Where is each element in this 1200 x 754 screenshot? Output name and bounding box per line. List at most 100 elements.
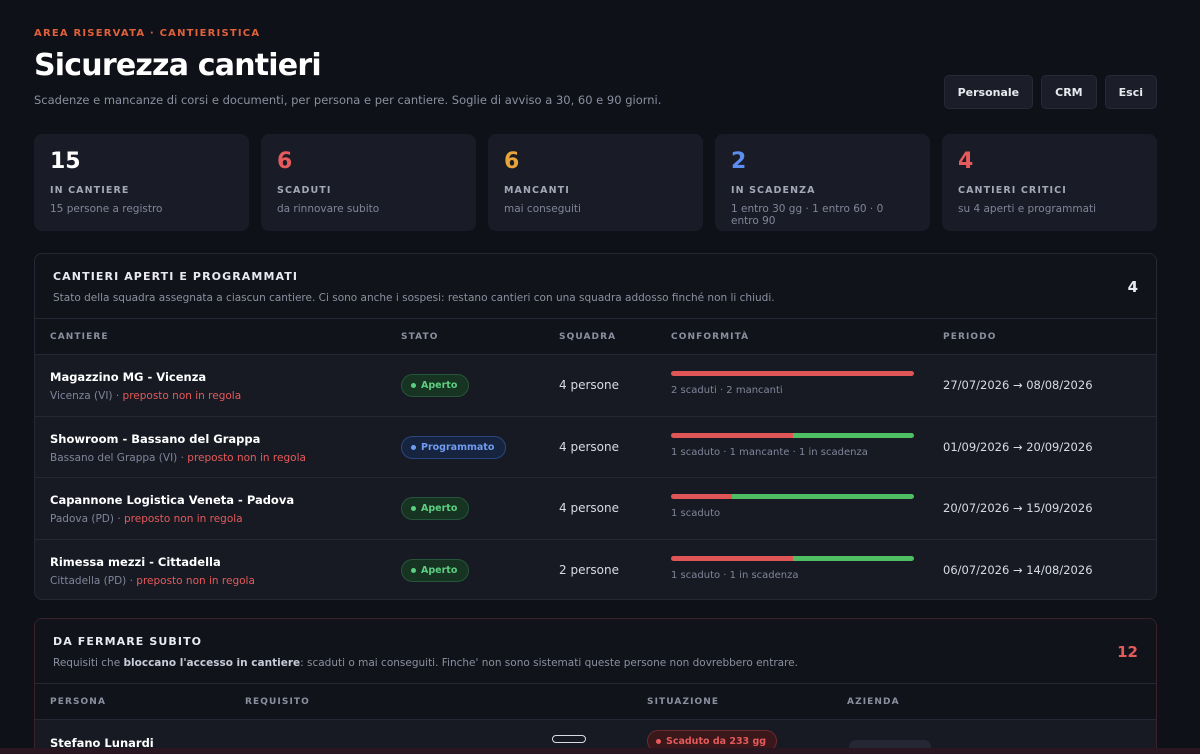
- kpi-card-mancanti: 6 MANCANTI mai conseguiti: [488, 134, 703, 231]
- status-dot: [411, 567, 416, 573]
- requirement-toggle[interactable]: [552, 735, 586, 743]
- bottom-edge: [0, 748, 1200, 754]
- stop-table-header: PERSONA REQUISITO SITUAZIONE AZIENDA: [35, 684, 1156, 720]
- col-stato[interactable]: STATO: [401, 332, 438, 342]
- table-row[interactable]: Showroom - Bassano del Grappa Bassano del…: [35, 416, 1156, 478]
- kpi-label: IN SCADENZA: [731, 185, 816, 196]
- area-eyebrow: AREA RISERVATA · CANTIERISTICA: [34, 28, 261, 39]
- desc-pre: Requisiti che: [53, 657, 124, 669]
- col-persona[interactable]: PERSONA: [50, 697, 106, 707]
- sites-panel-description: Stato della squadra assegnata a ciascun …: [53, 292, 775, 304]
- desc-post: : scaduti o mai conseguiti. Finche' non …: [300, 657, 798, 669]
- site-warning: preposto non in regola: [187, 451, 306, 464]
- site-warning: preposto non in regola: [136, 574, 255, 587]
- kpi-value: 2: [731, 149, 747, 174]
- site-name[interactable]: Magazzino MG - Vicenza: [50, 370, 206, 384]
- sites-table-body: Magazzino MG - Vicenza Vicenza (VI) · pre…: [35, 355, 1156, 599]
- sites-panel-title: CANTIERI APERTI E PROGRAMMATI: [53, 270, 299, 283]
- kpi-label: IN CANTIERE: [50, 185, 130, 196]
- kpi-hint: mai conseguiti: [504, 203, 581, 215]
- desc-bold: bloccano l'accesso in cantiere: [123, 657, 301, 669]
- conformity-bar: [671, 555, 914, 561]
- site-name[interactable]: Showroom - Bassano del Grappa: [50, 432, 260, 446]
- col-cantiere[interactable]: CANTIERE: [50, 332, 109, 342]
- site-period: 20/07/2026 → 15/09/2026: [943, 501, 1093, 515]
- kpi-hint: 15 persone a registro: [50, 203, 163, 215]
- personale-button[interactable]: Personale: [943, 75, 1034, 109]
- site-period: 27/07/2026 → 08/08/2026: [943, 378, 1093, 392]
- table-row[interactable]: Rimessa mezzi - Cittadella Cittadella (PD…: [35, 539, 1156, 599]
- conformity-bar: [671, 494, 914, 499]
- col-requisito[interactable]: REQUISITO: [245, 697, 310, 707]
- conformity-note: 1 scaduto: [671, 508, 721, 519]
- col-periodo[interactable]: PERIODO: [943, 332, 997, 342]
- site-location: Vicenza (VI) · preposto non in regola: [50, 390, 241, 402]
- status-dot: [411, 444, 416, 450]
- table-row[interactable]: Magazzino MG - Vicenza Vicenza (VI) · pre…: [35, 355, 1156, 417]
- conformity-note: 1 scaduto · 1 in scadenza: [671, 569, 799, 581]
- status-badge: Aperto: [401, 497, 470, 520]
- site-location-text: Padova (PD) ·: [50, 513, 124, 525]
- status-dot: [411, 506, 416, 511]
- kpi-value: 6: [277, 149, 293, 174]
- conformity-bar-critical: [671, 555, 793, 561]
- kpi-label: MANCANTI: [504, 185, 570, 196]
- stop-panel: DA FERMARE SUBITO Requisiti che bloccano…: [34, 618, 1157, 754]
- status-dot: [656, 738, 661, 744]
- site-name[interactable]: Capannone Logistica Veneta - Padova: [50, 493, 294, 507]
- col-conformita[interactable]: CONFORMITÀ: [671, 332, 749, 342]
- status-badge: Programmato: [401, 435, 507, 459]
- page-subtitle: Scadenze e mancanze di corsi e documenti…: [34, 93, 662, 107]
- conformity-bar-ok: [731, 494, 914, 499]
- site-name[interactable]: Rimessa mezzi - Cittadella: [50, 555, 221, 569]
- col-squadra[interactable]: SQUADRA: [559, 332, 616, 342]
- conformity-bar-critical: [671, 432, 793, 438]
- page-title: Sicurezza cantieri: [34, 48, 322, 83]
- kpi-card-in-cantiere: 15 IN CANTIERE 15 persone a registro: [34, 134, 249, 231]
- stop-panel-description: Requisiti che bloccano l'accesso in cant…: [53, 657, 1138, 669]
- stop-count: 12: [1117, 643, 1138, 661]
- status-label: Programmato: [421, 441, 495, 453]
- sites-panel-header: CANTIERI APERTI E PROGRAMMATI Stato dell…: [35, 254, 1156, 319]
- kpi-card-in-scadenza: 2 IN SCADENZA 1 entro 30 gg · 1 entro 60…: [715, 134, 930, 231]
- crm-button[interactable]: CRM: [1041, 75, 1097, 109]
- kpi-hint: da rinnovare subito: [277, 203, 380, 215]
- status-dot: [411, 383, 416, 388]
- stop-panel-title: DA FERMARE SUBITO: [53, 635, 203, 648]
- team-size: 4 persone: [559, 439, 619, 454]
- site-location-text: Cittadella (PD) ·: [50, 574, 137, 587]
- site-location: Bassano del Grappa (VI) · preposto non i…: [50, 452, 306, 464]
- status-label: Aperto: [421, 380, 458, 391]
- conformity-bar-ok: [792, 555, 914, 561]
- site-warning: preposto non in regola: [124, 513, 243, 525]
- col-azienda[interactable]: AZIENDA: [847, 697, 900, 707]
- site-period: 01/09/2026 → 20/09/2026: [943, 439, 1093, 454]
- kpi-value: 15: [50, 149, 81, 174]
- conformity-bar: [671, 371, 914, 376]
- conformity-bar-critical: [671, 494, 732, 499]
- conformity-note: 2 scaduti · 2 mancanti: [671, 385, 783, 396]
- stop-panel-header: DA FERMARE SUBITO Requisiti che bloccano…: [35, 619, 1156, 684]
- team-size: 2 persone: [559, 562, 619, 577]
- team-size: 4 persone: [559, 501, 619, 515]
- logout-button[interactable]: Esci: [1104, 75, 1157, 109]
- site-location-text: Bassano del Grappa (VI) ·: [50, 451, 188, 464]
- team-size: 4 persone: [559, 378, 619, 392]
- site-period: 06/07/2026 → 14/08/2026: [943, 562, 1093, 577]
- site-location: Padova (PD) · preposto non in regola: [50, 513, 243, 525]
- kpi-cards: 15 IN CANTIERE 15 persone a registro 6 S…: [34, 134, 1157, 231]
- sites-count: 4: [1127, 278, 1138, 296]
- kpi-card-scaduti: 6 SCADUTI da rinnovare subito: [261, 134, 476, 231]
- status-label: Aperto: [421, 503, 458, 514]
- site-location: Cittadella (PD) · preposto non in regola: [50, 575, 255, 587]
- conformity-bar-ok: [792, 432, 914, 438]
- kpi-value: 6: [504, 149, 520, 174]
- kpi-label: SCADUTI: [277, 185, 332, 196]
- col-situazione[interactable]: SITUAZIONE: [647, 697, 719, 707]
- status-badge: Aperto: [401, 558, 470, 582]
- table-row[interactable]: Capannone Logistica Veneta - Padova Padov…: [35, 478, 1156, 540]
- conformity-bar-critical: [671, 371, 914, 376]
- kpi-label: CANTIERI CRITICI: [958, 185, 1067, 196]
- conformity-bar: [671, 432, 914, 438]
- conformity-note: 1 scaduto · 1 mancante · 1 in scadenza: [671, 446, 868, 458]
